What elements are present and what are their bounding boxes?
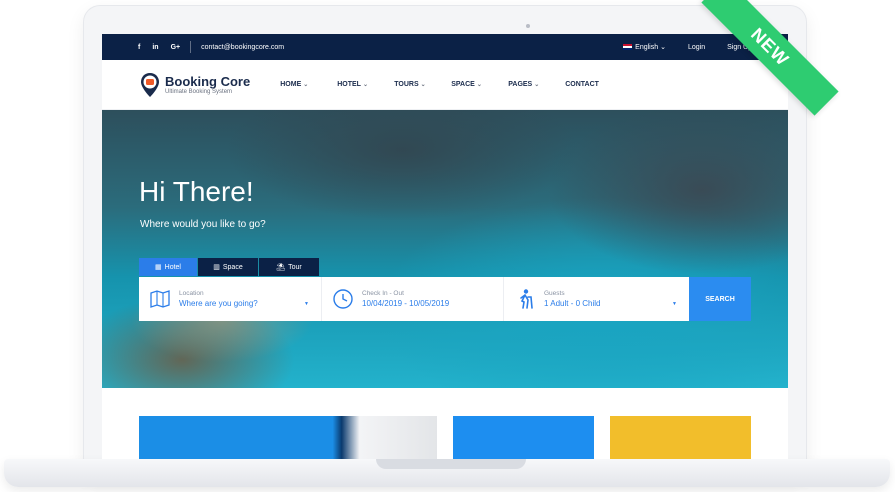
search-button[interactable]: SEARCH <box>689 277 751 321</box>
social-links: f in G+ <box>138 44 180 51</box>
hero-banner: Hi There! Where would you like to go? ▦ H… <box>102 110 788 388</box>
chevron-down-icon: ⌄ <box>362 82 368 88</box>
location-input[interactable]: Where are you going? <box>179 299 258 308</box>
top-bar-right: English ⌄ Login Sign Up <box>623 43 752 51</box>
nav-menu: HOME ⌄ HOTEL ⌄ TOURS ⌄ SPACE ⌄ PAGES ⌄ CONTAC… <box>280 81 622 88</box>
tab-tour-label: Tour <box>288 263 302 271</box>
promo-card[interactable] <box>139 416 437 459</box>
contact-email[interactable]: contact@bookingcore.com <box>201 44 284 51</box>
nav-hotel[interactable]: HOTEL ⌄ <box>337 81 394 88</box>
caret-down-icon: ▼ <box>304 301 309 307</box>
map-pin-logo-icon <box>141 72 159 97</box>
space-icon: ▥ <box>213 264 220 271</box>
main-navbar: Booking Core Ultimate Booking System HOM… <box>102 60 788 110</box>
website-screen: f in G+ contact@bookingcore.com English … <box>102 34 788 459</box>
chevron-down-icon: ⌄ <box>476 82 482 88</box>
location-label: Location <box>179 290 204 297</box>
facebook-icon[interactable]: f <box>138 44 140 51</box>
nav-space-label: SPACE <box>451 81 475 88</box>
tab-space-label: Space <box>222 263 243 271</box>
tour-icon: ⛱ <box>276 264 286 271</box>
nav-space[interactable]: SPACE ⌄ <box>451 81 508 88</box>
chevron-down-icon: ⌄ <box>303 82 309 88</box>
brand-text: Booking Core Ultimate Booking System <box>165 73 251 95</box>
hero-title: Hi There! <box>139 176 254 207</box>
language-selector[interactable]: English ⌄ <box>623 43 666 51</box>
nav-hotel-label: HOTEL <box>337 81 361 88</box>
divider <box>190 41 192 53</box>
laptop-camera <box>526 24 530 28</box>
language-label: English <box>635 44 659 51</box>
location-field[interactable]: Location Where are you going? ▼ <box>139 277 322 321</box>
caret-down-icon: ▼ <box>672 301 677 307</box>
guests-input[interactable]: 1 Adult - 0 Child <box>544 299 600 308</box>
map-icon <box>150 290 170 308</box>
brand-tagline: Ultimate Booking System <box>165 88 233 95</box>
building-icon: ▦ <box>155 264 162 271</box>
search-tabs: ▦ Hotel ▥ Space ⛱ Tour <box>139 258 319 276</box>
clock-icon <box>333 289 353 309</box>
hiker-icon <box>520 289 533 309</box>
location-text: Location Where are you going? <box>179 290 258 308</box>
login-link[interactable]: Login <box>688 44 705 51</box>
promo-card[interactable] <box>610 416 751 459</box>
nav-tours[interactable]: TOURS ⌄ <box>394 81 451 88</box>
laptop-notch <box>376 459 526 469</box>
nav-home[interactable]: HOME ⌄ <box>280 81 337 88</box>
tab-hotel-label: Hotel <box>164 263 181 271</box>
brand-name: Booking Core <box>165 73 251 89</box>
guests-field[interactable]: Guests 1 Adult - 0 Child ▼ <box>504 277 689 321</box>
hero-subtitle: Where would you like to go? <box>140 219 266 230</box>
top-bar: f in G+ contact@bookingcore.com English … <box>102 34 788 60</box>
nav-pages[interactable]: PAGES ⌄ <box>508 81 565 88</box>
nav-tours-label: TOURS <box>394 81 419 88</box>
laptop-base <box>4 459 890 487</box>
tab-space[interactable]: ▥ Space <box>198 258 258 276</box>
chevron-down-icon: ⌄ <box>420 82 426 88</box>
search-form: Location Where are you going? ▼ Check In… <box>139 277 689 321</box>
brand-logo[interactable]: Booking Core Ultimate Booking System <box>140 72 250 98</box>
nav-contact[interactable]: CONTACT <box>565 81 622 88</box>
guests-label: Guests <box>544 290 565 297</box>
tab-hotel[interactable]: ▦ Hotel <box>139 258 197 276</box>
date-range-input[interactable]: 10/04/2019 - 10/05/2019 <box>362 299 449 308</box>
linkedin-icon[interactable]: in <box>152 44 158 51</box>
check-text: Check In - Out 10/04/2019 - 10/05/2019 <box>362 290 449 308</box>
nav-contact-label: CONTACT <box>565 81 599 88</box>
chevron-down-icon: ⌄ <box>660 44 666 51</box>
tab-tour[interactable]: ⛱ Tour <box>259 258 319 276</box>
guests-text: Guests 1 Adult - 0 Child <box>544 290 600 308</box>
nav-home-label: HOME <box>280 81 302 88</box>
check-in-out-field[interactable]: Check In - Out 10/04/2019 - 10/05/2019 <box>322 277 504 321</box>
check-label: Check In - Out <box>362 290 404 297</box>
chevron-down-icon: ⌄ <box>534 82 540 88</box>
uk-flag-icon <box>623 44 633 51</box>
nav-pages-label: PAGES <box>508 81 533 88</box>
promo-card[interactable] <box>453 416 594 459</box>
google-plus-icon[interactable]: G+ <box>171 44 181 51</box>
